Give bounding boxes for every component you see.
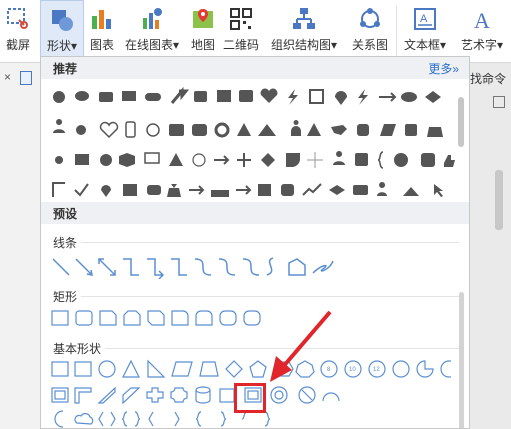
annotation-arrow-shaft: [280, 310, 332, 370]
annotation-arrow: [270, 310, 332, 382]
